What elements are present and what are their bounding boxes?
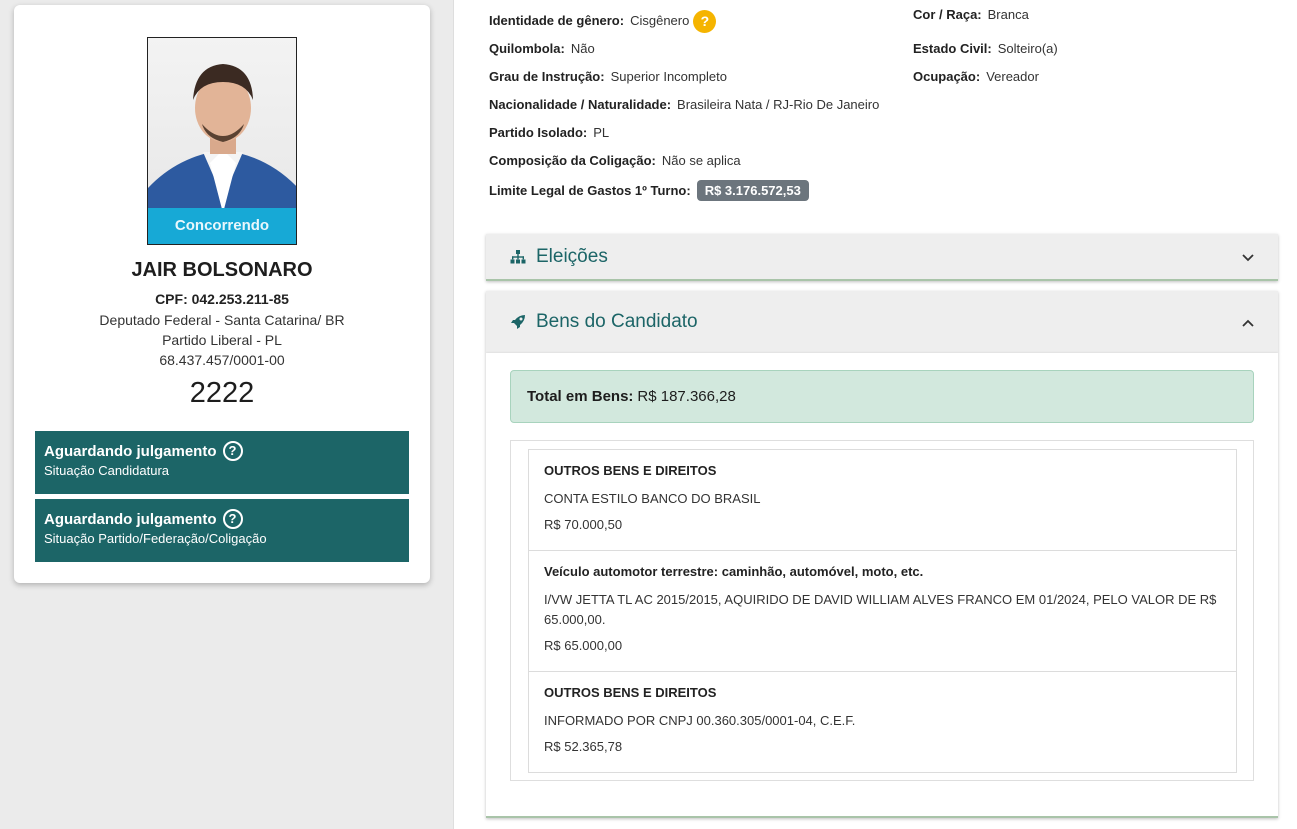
asset-type: OUTROS BENS E DIREITOS (544, 463, 717, 478)
asset-value: R$ 52.365,78 (544, 739, 623, 754)
candidate-photo: Concorrendo (147, 37, 297, 245)
info-label: Grau de Instrução: (489, 69, 605, 84)
info-value: Cisgênero (630, 12, 690, 28)
spending-limit-badge: R$ 3.176.572,53 (696, 180, 809, 201)
candidate-party: Partido Liberal - PL (162, 332, 282, 348)
info-nationality: Nacionalidade / Naturalidade: Brasileira … (489, 97, 879, 112)
status-candidatura: Aguardando julgamento ? Situação Candida… (35, 431, 409, 494)
info-value: Superior Incompleto (610, 69, 727, 84)
info-spending-limit: Limite Legal de Gastos 1º Turno: R$ 3.176… (489, 180, 809, 201)
info-label: Cor / Raça: (913, 7, 982, 22)
sitemap-icon (510, 249, 528, 264)
info-value: Não (570, 41, 595, 56)
accordion-bens[interactable]: Bens do Candidato (486, 291, 1278, 353)
info-coalition: Composição da Coligação: Não se aplica (489, 153, 741, 168)
candidate-cpf: CPF: 042.253.211-85 (155, 291, 289, 307)
info-label: Quilombola: (489, 41, 565, 56)
info-label: Composição da Coligação: (489, 153, 656, 168)
accordion-eleicoes[interactable]: Eleições (486, 234, 1278, 281)
asset-type: OUTROS BENS E DIREITOS (544, 685, 717, 700)
status-partido: Aguardando julgamento ? Situação Partido… (35, 499, 409, 562)
asset-description: INFORMADO POR CNPJ 00.360.305/0001-04, C… (544, 713, 856, 728)
info-label: Nacionalidade / Naturalidade: (489, 97, 672, 112)
info-party: Partido Isolado: PL (489, 125, 609, 140)
asset-description: CONTA ESTILO BANCO DO BRASIL (544, 491, 761, 506)
help-icon[interactable]: ? (222, 509, 243, 529)
rocket-icon (510, 314, 528, 330)
info-value: Não se aplica (661, 153, 741, 168)
candidate-number: 2222 (189, 377, 255, 409)
status-subtitle: Situação Candidatura (44, 463, 170, 478)
candidate-name: JAIR BOLSONARO (131, 259, 313, 281)
info-gender: Identidade de gênero: Cisgênero? (489, 10, 717, 33)
list-item: OUTROS BENS E DIREITOS INFORMADO POR CNP… (528, 671, 1237, 773)
asset-value: R$ 70.000,50 (544, 517, 623, 532)
total-assets-value: R$ 187.366,28 (637, 388, 736, 405)
question-icon[interactable]: ? (693, 10, 717, 33)
info-education: Grau de Instrução: Superior Incompleto (489, 69, 727, 84)
candidate-cnpj: 68.437.457/0001-00 (159, 352, 285, 368)
photo-status-label: Concorrendo (148, 208, 296, 244)
info-label: Partido Isolado: (489, 125, 588, 140)
info-label: Identidade de gênero: (489, 12, 625, 28)
asset-type: Veículo automotor terrestre: caminhão, a… (544, 564, 924, 579)
asset-description: I/VW JETTA TL AC 2015/2015, AQUIRIDO DE … (544, 592, 1217, 627)
assets-list: OUTROS BENS E DIREITOS CONTA ESTILO BANC… (510, 440, 1254, 781)
candidate-office: Deputado Federal - Santa Catarina/ BR (99, 312, 345, 328)
info-value: Vereador (986, 69, 1039, 84)
info-label: Limite Legal de Gastos 1º Turno: (489, 183, 691, 198)
info-value: PL (593, 125, 610, 140)
candidate-card: Concorrendo JAIR BOLSONARO CPF: 042.253.… (14, 5, 430, 583)
total-assets-label: Total em Bens: (527, 388, 634, 405)
info-value: Brasileira Nata / RJ-Rio De Janeiro (677, 97, 880, 112)
info-label: Estado Civil: (913, 41, 992, 56)
accordion-title: Eleições (536, 245, 608, 267)
list-item: Veículo automotor terrestre: caminhão, a… (528, 550, 1237, 672)
info-value: Solteiro(a) (997, 41, 1058, 56)
status-title: Aguardando julgamento (44, 442, 217, 460)
info-civil-status: Estado Civil: Solteiro(a) (913, 41, 1058, 56)
chevron-up-icon[interactable] (1242, 314, 1254, 330)
accordion-title: Bens do Candidato (536, 311, 698, 332)
list-item: OUTROS BENS E DIREITOS CONTA ESTILO BANC… (528, 449, 1237, 551)
assets-panel: Total em Bens: R$ 187.366,28 OUTROS BENS … (486, 353, 1278, 818)
info-race: Cor / Raça: Branca (913, 7, 1029, 22)
info-quilombola: Quilombola: Não (489, 41, 595, 56)
info-value: Branca (987, 7, 1029, 22)
help-icon[interactable]: ? (222, 441, 243, 461)
total-assets-box: Total em Bens: R$ 187.366,28 (510, 370, 1254, 423)
status-subtitle: Situação Partido/Federação/Coligação (44, 531, 267, 546)
chevron-down-icon[interactable] (1242, 249, 1254, 265)
info-occupation: Ocupação: Vereador (913, 69, 1039, 84)
status-title: Aguardando julgamento (44, 510, 217, 528)
asset-value: R$ 65.000,00 (544, 638, 623, 653)
info-label: Ocupação: (913, 69, 981, 84)
